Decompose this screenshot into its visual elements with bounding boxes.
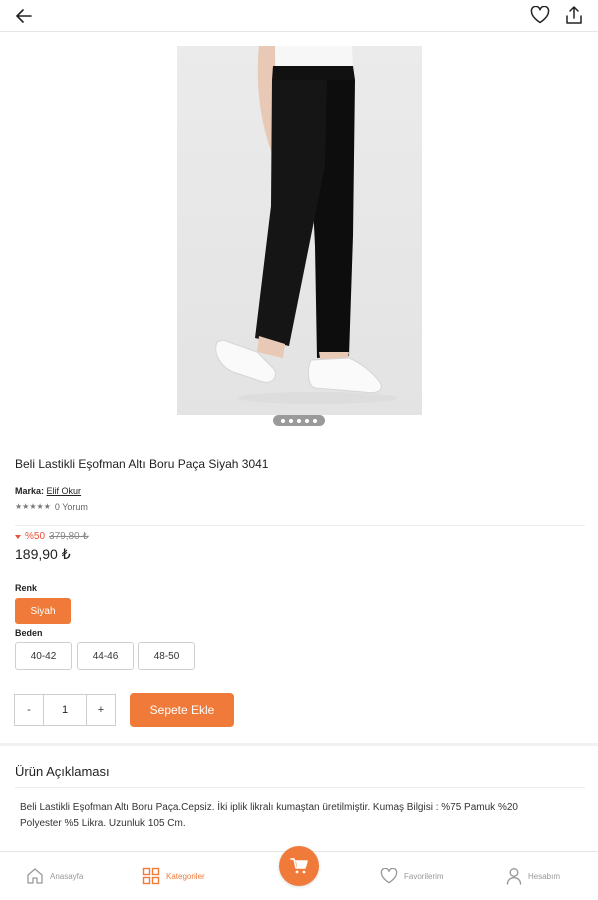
home-icon	[27, 868, 43, 884]
nav-label-favorites: Favorilerim	[404, 871, 444, 881]
rating-stars: ★★★★★	[15, 502, 51, 511]
review-count[interactable]: 0 Yorum	[55, 502, 88, 512]
current-price: 189,90 ₺	[15, 546, 71, 562]
nav-label-categories: Kategoriler	[166, 871, 205, 881]
color-option-siyah[interactable]: Siyah	[15, 598, 71, 624]
top-app-bar	[0, 0, 598, 32]
size-option-48-50[interactable]: 48-50	[138, 642, 195, 670]
quantity-decrease-button[interactable]: -	[15, 695, 44, 725]
rating-line: ★★★★★ 0 Yorum	[15, 502, 88, 512]
quantity-value[interactable]: 1	[44, 695, 86, 725]
image-pagination-dots[interactable]	[273, 415, 325, 426]
nav-item-categories[interactable]: Kategoriler	[142, 852, 205, 900]
divider	[15, 787, 585, 788]
product-image[interactable]	[177, 46, 422, 415]
product-title: Beli Lastikli Eşofman Altı Boru Paça Siy…	[15, 457, 269, 471]
description-title: Ürün Açıklaması	[15, 764, 110, 779]
discount-line: %50 379,80 ₺	[15, 531, 89, 542]
nav-item-home[interactable]: Anasayfa	[26, 852, 83, 900]
pagination-dot[interactable]	[281, 418, 285, 423]
size-label: Beden	[15, 628, 43, 638]
nav-item-account[interactable]: Hesabım	[506, 852, 560, 900]
shopping-cart-icon	[290, 858, 308, 874]
back-arrow-icon[interactable]	[12, 5, 36, 27]
heart-icon	[380, 868, 398, 884]
nav-item-favorites[interactable]: Favorilerim	[380, 852, 444, 900]
pagination-dot[interactable]	[297, 418, 301, 423]
pagination-dot[interactable]	[289, 418, 293, 423]
brand-link[interactable]: Elif Okur	[47, 486, 82, 496]
brand-label: Marka:	[15, 486, 45, 496]
add-to-cart-button[interactable]: Sepete Ekle	[130, 693, 234, 727]
description-text: Beli Lastikli Eşofman Altı Boru Paça.Cep…	[20, 802, 518, 829]
down-arrow-icon	[15, 534, 21, 539]
divider	[15, 525, 585, 526]
size-option-40-42[interactable]: 40-42	[15, 642, 72, 670]
categories-grid-icon	[142, 867, 160, 885]
quantity-increase-button[interactable]: +	[86, 695, 115, 725]
nav-label-home: Anasayfa	[50, 871, 84, 881]
nav-label-account: Hesabım	[528, 871, 561, 881]
user-icon	[506, 868, 522, 885]
old-price: 379,80 ₺	[49, 531, 89, 542]
size-option-44-46[interactable]: 44-46	[77, 642, 134, 670]
quantity-stepper: - 1 +	[14, 694, 116, 726]
bottom-navigation: Anasayfa Kategoriler Favorilerim Hesabım	[0, 846, 598, 900]
discount-percent: %50	[25, 531, 46, 542]
share-icon[interactable]	[562, 3, 586, 27]
pagination-dot[interactable]	[305, 418, 309, 423]
favorite-heart-icon[interactable]	[528, 4, 552, 26]
color-label: Renk	[15, 583, 38, 593]
brand-line: Marka: Elif Okur	[15, 486, 81, 496]
nav-cart-button[interactable]	[279, 846, 319, 886]
section-separator	[0, 743, 598, 746]
pagination-dot[interactable]	[313, 418, 317, 423]
